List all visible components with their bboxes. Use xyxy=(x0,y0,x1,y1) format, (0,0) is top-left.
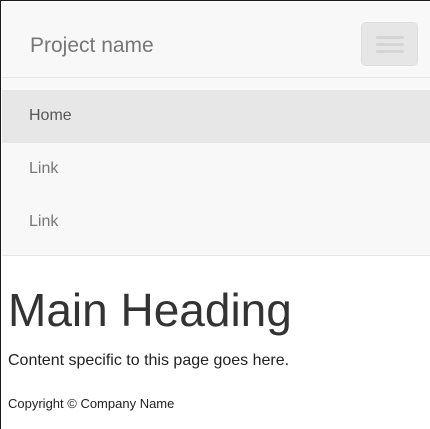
nav-item-label: Link xyxy=(29,213,59,230)
navbar: Project name Home Link Link xyxy=(2,2,430,256)
nav-item-label: Link xyxy=(29,160,59,177)
nav-item-link-2[interactable]: Link xyxy=(2,196,430,249)
footer-copyright: Copyright © Company Name xyxy=(8,396,175,411)
navbar-header: Project name xyxy=(2,2,430,78)
nav-menu: Home Link Link xyxy=(2,90,430,249)
page-content: Content specific to this page goes here. xyxy=(8,352,290,369)
nav-item-link-1[interactable]: Link xyxy=(2,143,430,196)
brand-link[interactable]: Project name xyxy=(30,33,154,59)
nav-item-home[interactable]: Home xyxy=(2,90,430,143)
nav-item-label: Home xyxy=(29,107,72,124)
page-heading: Main Heading xyxy=(8,284,292,336)
page: Project name Home Link Link Main Heading… xyxy=(0,0,430,429)
navbar-toggle-button[interactable] xyxy=(361,22,418,66)
